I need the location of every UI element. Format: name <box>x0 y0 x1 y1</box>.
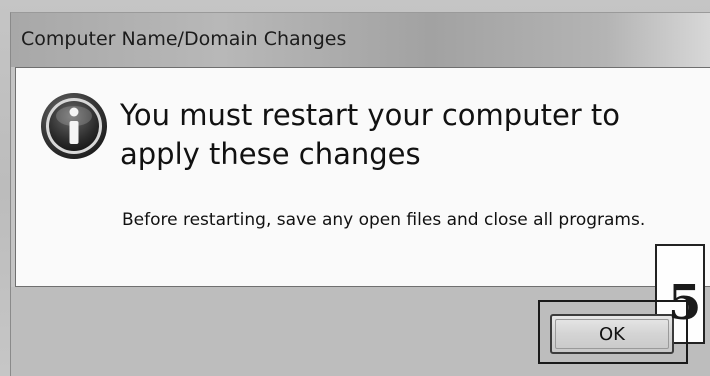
screenshot-page: Computer Name/Domain Changes You must re… <box>0 0 710 376</box>
main-message: You must restart your computer to apply … <box>120 98 621 171</box>
callout-number: 5 <box>668 275 702 331</box>
title-bar[interactable]: Computer Name/Domain Changes <box>11 13 710 67</box>
secondary-message: Before restarting, save any open files a… <box>122 210 646 230</box>
ok-button[interactable]: OK <box>550 314 674 354</box>
window-title: Computer Name/Domain Changes <box>21 28 347 50</box>
info-icon <box>41 93 107 159</box>
dialog-content: You must restart your computer to apply … <box>15 67 710 287</box>
ok-button-label: OK <box>599 323 625 345</box>
